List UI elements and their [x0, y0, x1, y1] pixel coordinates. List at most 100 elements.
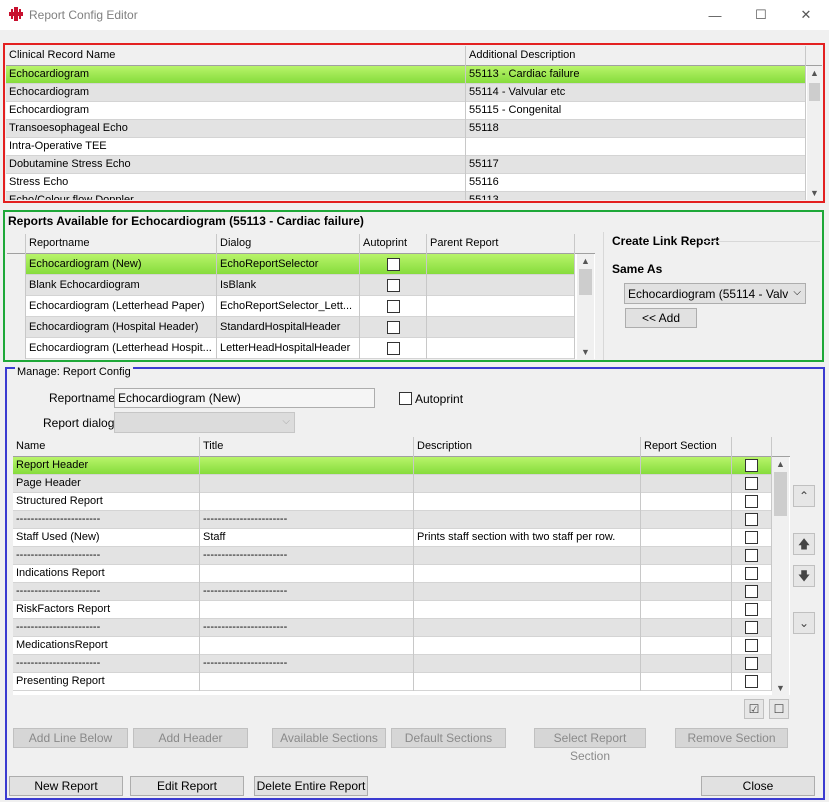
autoprint-checkbox[interactable] [399, 392, 412, 405]
report-section-cell [641, 457, 732, 475]
table-row[interactable]: Echocardiogram 55114 - Valvular etc [6, 84, 806, 102]
table-row[interactable]: Page Header [13, 475, 772, 493]
parent-report-cell [427, 296, 575, 317]
header-additional-description[interactable]: Additional Description [466, 46, 806, 66]
move-up-icon[interactable]: 🡅 [793, 533, 815, 555]
autoprint-checkbox[interactable] [386, 278, 400, 292]
table-row[interactable]: Staff Used (New) Staff Prints staff sectio… [13, 529, 772, 547]
scroll-up-icon[interactable]: ▲ [807, 66, 822, 80]
section-checkbox[interactable] [745, 656, 758, 670]
sections-scrollbar[interactable]: ▲ ▼ [772, 457, 789, 695]
scroll-up-icon[interactable]: ▲ [772, 457, 789, 471]
section-checkbox[interactable] [745, 458, 758, 472]
scroll-down-icon[interactable]: ▼ [577, 345, 594, 359]
add-line-below-button[interactable]: Add Line Below [13, 728, 128, 748]
available-sections-button[interactable]: Available Sections [272, 728, 386, 748]
table-row[interactable]: Transoesophageal Echo 55118 [6, 120, 806, 138]
section-description-cell [414, 565, 641, 583]
move-down-icon[interactable]: 🡇 [793, 565, 815, 587]
section-checkbox[interactable] [745, 638, 758, 652]
dialog-cell: EchoReportSelector_Lett... [217, 296, 360, 317]
section-checkbox[interactable] [745, 530, 758, 544]
section-checkbox[interactable] [745, 566, 758, 580]
table-row[interactable]: Dobutamine Stress Echo 55117 [6, 156, 806, 174]
section-checkbox-cell [732, 457, 772, 475]
autoprint-checkbox[interactable] [386, 341, 400, 355]
scroll-thumb[interactable] [774, 472, 787, 516]
uncheck-all-icon[interactable]: ☐ [769, 699, 789, 719]
scroll-up-icon[interactable]: ▲ [577, 254, 594, 268]
move-top-icon[interactable]: ⌃ [793, 485, 815, 507]
close-window-button[interactable]: ✕ [783, 0, 829, 30]
add-header-button[interactable]: Add Header [133, 728, 248, 748]
header-autoprint[interactable]: Autoprint [360, 234, 427, 254]
table-row[interactable]: ----------------------- -----------------… [13, 511, 772, 529]
table-row[interactable]: Report Header [13, 457, 772, 475]
scroll-thumb[interactable] [579, 269, 592, 295]
move-bottom-icon[interactable]: ⌄ [793, 612, 815, 634]
header-name[interactable]: Name [13, 437, 200, 457]
scroll-thumb[interactable] [809, 83, 820, 101]
remove-section-button[interactable]: Remove Section [675, 728, 788, 748]
table-row[interactable]: ----------------------- -----------------… [13, 619, 772, 637]
header-description[interactable]: Description [414, 437, 641, 457]
table-row[interactable]: Presenting Report [13, 673, 772, 691]
table-row[interactable]: Stress Echo 55116 [6, 174, 806, 192]
section-checkbox[interactable] [745, 548, 758, 562]
table-row[interactable]: Echocardiogram (Letterhead Paper) EchoRep… [7, 296, 575, 317]
table-row[interactable]: Echocardiogram 55113 - Cardiac failure [6, 66, 806, 84]
scroll-down-icon[interactable]: ▼ [807, 186, 822, 200]
section-checkbox[interactable] [745, 602, 758, 616]
table-row[interactable]: RiskFactors Report [13, 601, 772, 619]
table-row[interactable]: Echocardiogram 55115 - Congenital [6, 102, 806, 120]
report-dialog-select[interactable]: ⌵ [114, 412, 295, 433]
default-sections-button[interactable]: Default Sections [391, 728, 506, 748]
minimize-button[interactable]: — [692, 0, 738, 30]
header-title[interactable]: Title [200, 437, 414, 457]
section-checkbox[interactable] [745, 620, 758, 634]
autoprint-checkbox[interactable] [386, 320, 400, 334]
new-report-button[interactable]: New Report [9, 776, 123, 796]
header-report-section[interactable]: Report Section [641, 437, 732, 457]
section-checkbox[interactable] [745, 674, 758, 688]
table-row[interactable]: Echocardiogram (New) EchoReportSelector [7, 254, 575, 275]
section-checkbox[interactable] [745, 494, 758, 508]
section-checkbox[interactable] [745, 476, 758, 490]
header-reportname[interactable]: Reportname [26, 234, 217, 254]
table-row[interactable]: ----------------------- -----------------… [13, 655, 772, 673]
table-row[interactable]: Echocardiogram (Hospital Header) Standard… [7, 317, 575, 338]
header-dialog[interactable]: Dialog [217, 234, 360, 254]
table-row[interactable]: Blank Echocardiogram IsBlank [7, 275, 575, 296]
records-scrollbar[interactable]: ▲ ▼ [807, 66, 822, 200]
table-row[interactable]: ----------------------- -----------------… [13, 547, 772, 565]
check-all-icon[interactable]: ☑ [744, 699, 764, 719]
autoprint-checkbox[interactable] [386, 299, 400, 313]
close-button[interactable]: Close [701, 776, 815, 796]
dialog-cell: EchoReportSelector [217, 254, 360, 275]
reportname-input[interactable]: Echocardiogram (New) [114, 388, 375, 408]
table-row[interactable]: Echo/Colour flow Doppler 55113 [6, 192, 806, 200]
table-row[interactable]: Indications Report [13, 565, 772, 583]
header-parent-report[interactable]: Parent Report [427, 234, 575, 254]
table-row[interactable]: Structured Report [13, 493, 772, 511]
section-checkbox-cell [732, 583, 772, 601]
table-row[interactable]: Echocardiogram (Letterhead Hospit... Lett… [7, 338, 575, 359]
same-as-select[interactable]: Echocardiogram (55114 - Valvula ⌵ [624, 283, 806, 304]
section-checkbox[interactable] [745, 512, 758, 526]
section-checkbox[interactable] [745, 584, 758, 598]
maximize-button[interactable]: ☐ [738, 0, 784, 30]
reports-scrollbar[interactable]: ▲ ▼ [577, 254, 594, 359]
edit-report-button[interactable]: Edit Report [130, 776, 244, 796]
header-clinical-record-name[interactable]: Clinical Record Name [6, 46, 466, 66]
section-name-cell: ----------------------- [13, 583, 200, 601]
table-row[interactable]: Intra-Operative TEE [6, 138, 806, 156]
select-report-section-button[interactable]: Select Report Section [534, 728, 646, 763]
record-name-cell: Stress Echo [6, 174, 466, 192]
delete-report-button[interactable]: Delete Entire Report [254, 776, 368, 796]
table-row[interactable]: ----------------------- -----------------… [13, 583, 772, 601]
autoprint-checkbox[interactable] [386, 257, 400, 271]
table-row[interactable]: MedicationsReport [13, 637, 772, 655]
scroll-down-icon[interactable]: ▼ [772, 681, 789, 695]
section-description-cell [414, 493, 641, 511]
add-link-button[interactable]: << Add [625, 308, 697, 328]
